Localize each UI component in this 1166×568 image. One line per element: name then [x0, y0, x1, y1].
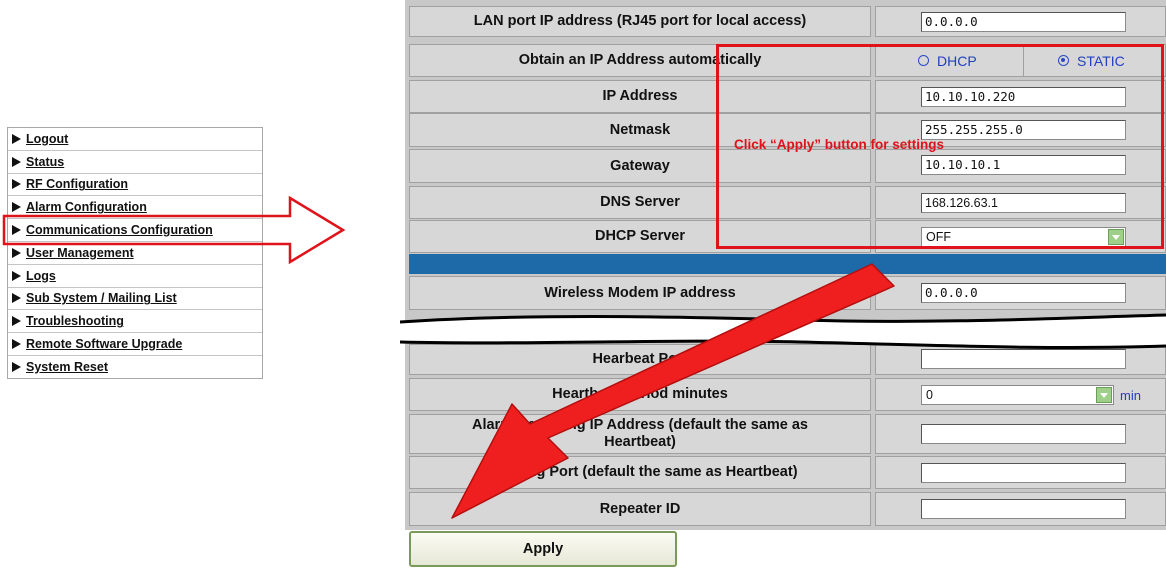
heartbeat-period-select[interactable]: 0 [921, 385, 1114, 405]
menu-item-label[interactable]: Communications Configuration [26, 223, 213, 237]
play-triangle-icon [12, 339, 21, 350]
menu-item-communications-configuration[interactable]: Communications Configuration [8, 219, 262, 242]
heartbeat-period-label: Heartbeat Period minutes [409, 378, 871, 411]
repeater-id-label: Repeater ID [409, 492, 871, 526]
menu-item-label[interactable]: Remote Software Upgrade [26, 337, 182, 351]
play-triangle-icon [12, 361, 21, 372]
alarm-port-input[interactable] [921, 463, 1126, 483]
play-triangle-icon [12, 270, 21, 281]
chevron-down-icon[interactable] [1096, 387, 1112, 403]
menu-item-logs[interactable]: Logs [8, 265, 262, 288]
lan-ip-cell: 0.0.0.0 [875, 6, 1166, 37]
alarm-ip-cell [875, 414, 1166, 454]
menu-item-label[interactable]: System Reset [26, 360, 108, 374]
menu-item-label[interactable]: Sub System / Mailing List [26, 291, 177, 305]
menu-item-troubleshooting[interactable]: Troubleshooting [8, 310, 262, 334]
menu-item-label[interactable]: RF Configuration [26, 177, 128, 191]
play-triangle-icon [12, 247, 21, 258]
repeater-id-cell [875, 492, 1166, 526]
annotation-text: Click “Apply” button for settings [734, 137, 945, 152]
menu-item-remote-software-upgrade[interactable]: Remote Software Upgrade [8, 333, 262, 356]
play-triangle-icon [12, 156, 21, 167]
play-triangle-icon [12, 133, 21, 144]
repeater-id-input[interactable] [921, 499, 1126, 519]
heartbeat-period-unit: min [1120, 388, 1141, 403]
menu-item-label[interactable]: Status [26, 155, 64, 169]
heartbeat-period-cell: 0 min [875, 378, 1166, 411]
play-triangle-icon [12, 316, 21, 327]
lan-ip-label: LAN port IP address (RJ45 port for local… [409, 6, 871, 37]
play-triangle-icon [12, 202, 21, 213]
menu-item-label[interactable]: User Management [26, 246, 134, 260]
menu-item-system-reset[interactable]: System Reset [8, 356, 262, 378]
section-break-cut [400, 313, 1166, 349]
menu-item-logout[interactable]: Logout [8, 128, 262, 151]
menu-item-label[interactable]: Logs [26, 269, 56, 283]
apply-button[interactable]: Apply [409, 531, 677, 567]
menu-item-alarm-configuration[interactable]: Alarm Configuration [8, 196, 262, 220]
menu-item-rf-configuration[interactable]: RF Configuration [8, 174, 262, 197]
wireless-modem-ip-input[interactable]: 0.0.0.0 [921, 283, 1126, 303]
play-triangle-icon [12, 225, 21, 236]
lan-ip-input[interactable]: 0.0.0.0 [921, 12, 1126, 32]
menu-item-user-management[interactable]: User Management [8, 242, 262, 265]
menu-item-label[interactable]: Logout [26, 132, 68, 146]
alarm-ip-input[interactable] [921, 424, 1126, 444]
alarm-port-cell [875, 456, 1166, 489]
sidebar-menu: Logout Status RF Configuration Alarm Con… [7, 127, 263, 379]
menu-item-label[interactable]: Troubleshooting [26, 314, 124, 328]
heartbeat-period-value: 0 [926, 388, 933, 402]
alarm-ip-label: Alarm Reporting IP Address (default the … [409, 414, 871, 454]
play-triangle-icon [12, 179, 21, 190]
menu-item-label[interactable]: Alarm Configuration [26, 200, 147, 214]
wireless-modem-ip-cell: 0.0.0.0 [875, 276, 1166, 310]
wireless-modem-ip-label: Wireless Modem IP address [409, 276, 871, 310]
play-triangle-icon [12, 293, 21, 304]
section-divider-band [409, 254, 1166, 274]
menu-item-sub-system-mailing-list[interactable]: Sub System / Mailing List [8, 288, 262, 311]
menu-item-status[interactable]: Status [8, 151, 262, 174]
alarm-port-label: Alarming Port (default the same as Heart… [409, 456, 871, 489]
